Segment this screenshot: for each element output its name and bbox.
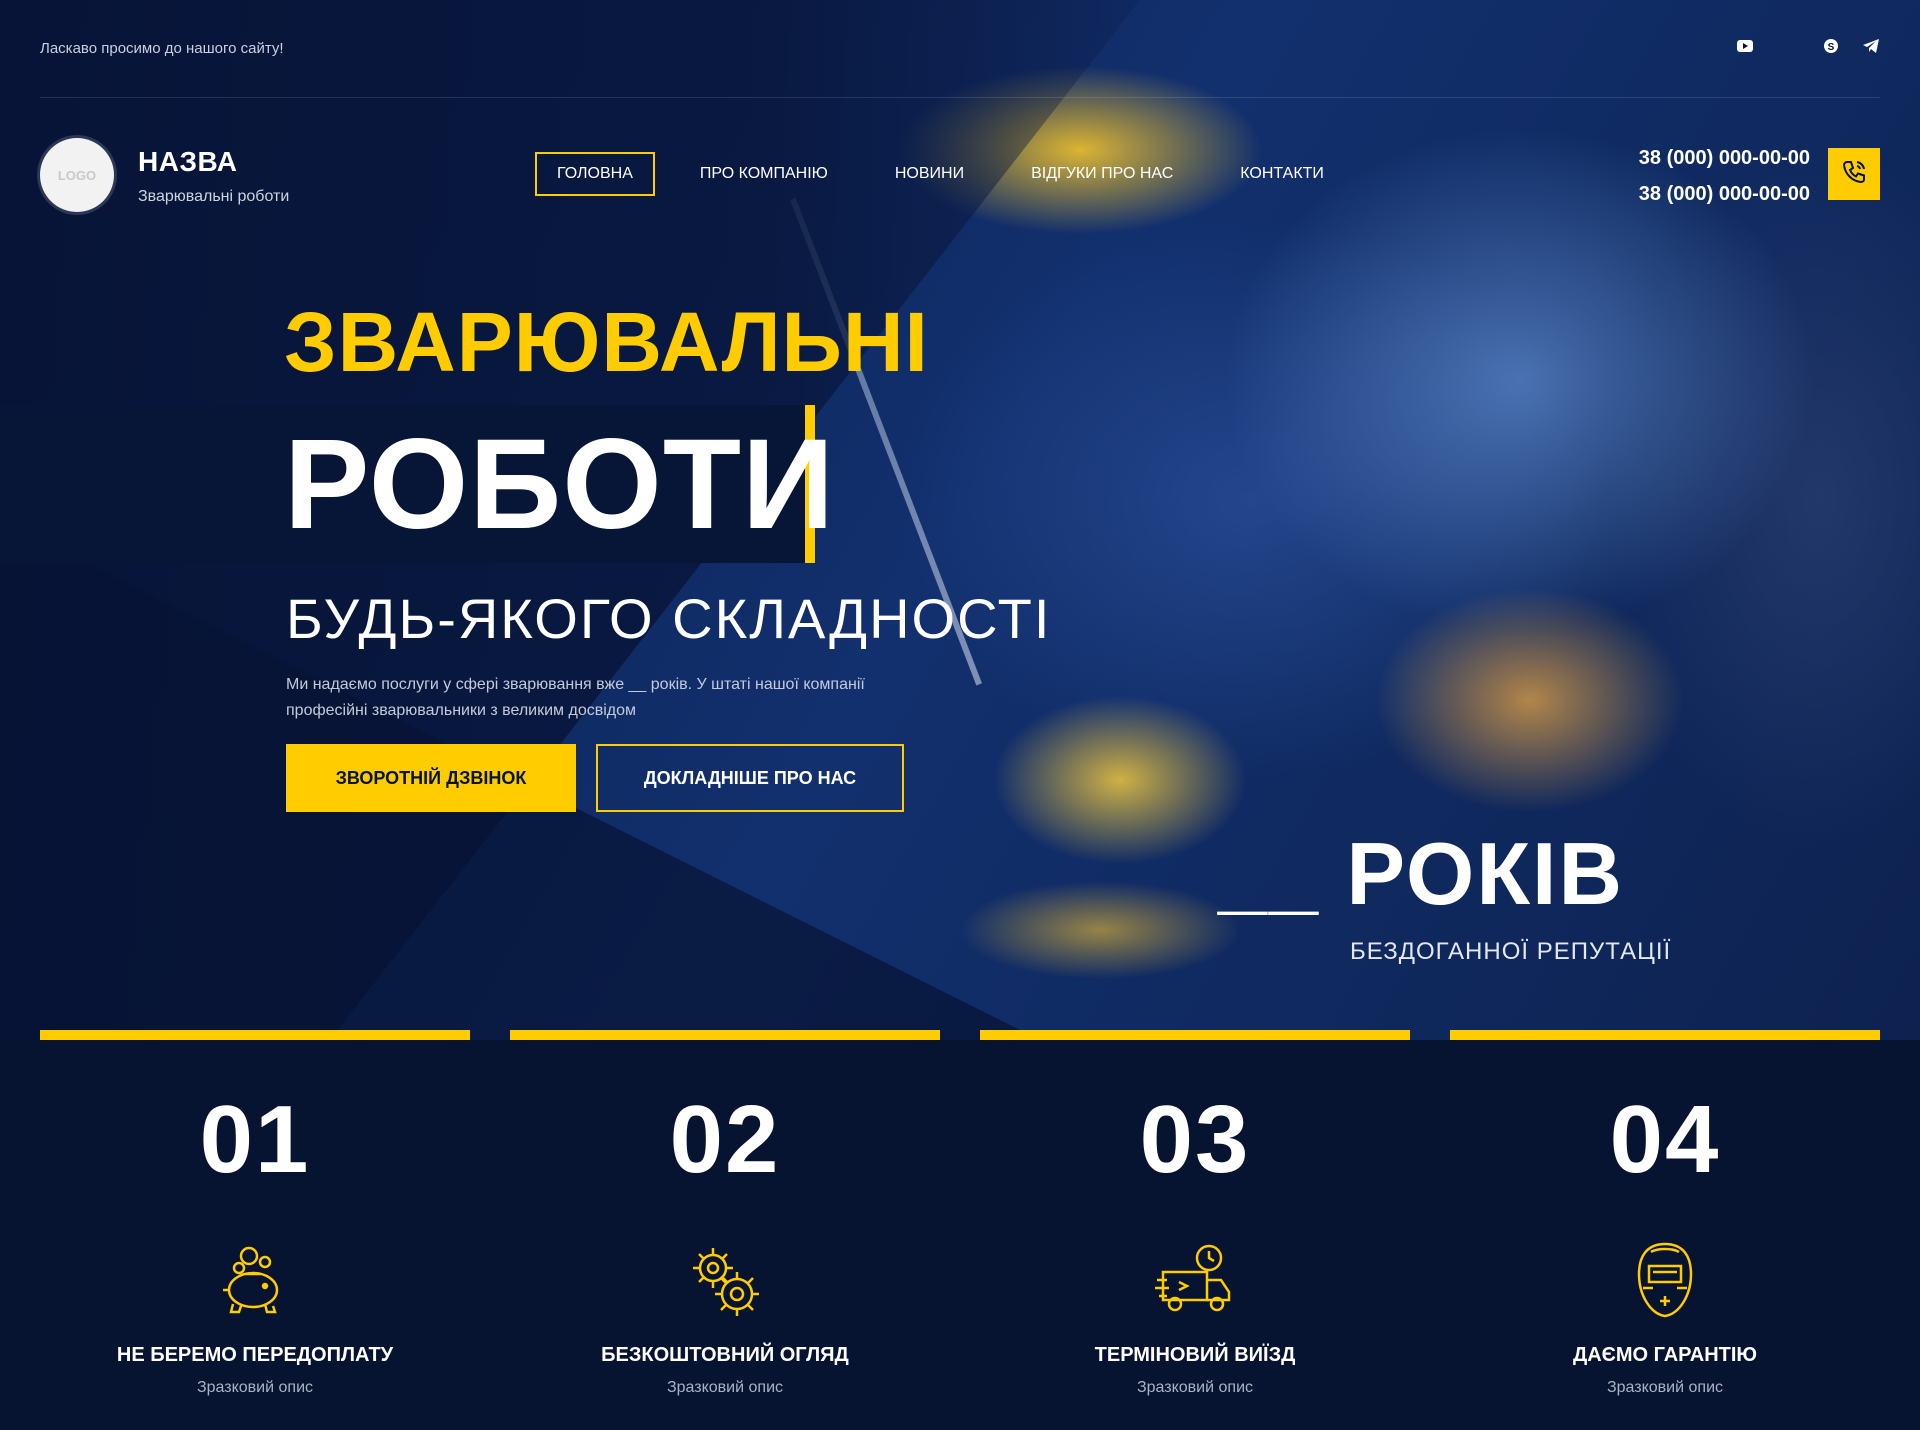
phone-number-2[interactable]: 38 (000) 000-00-00: [1639, 176, 1810, 212]
call-button[interactable]: [1828, 148, 1880, 200]
piggy-bank-icon: [213, 1238, 297, 1322]
hero-description: Ми надаємо послуги у сфері зварювання вж…: [286, 676, 865, 719]
feature-number: 03: [1139, 1086, 1251, 1193]
phone-number-1[interactable]: 38 (000) 000-00-00: [1639, 140, 1810, 176]
feature-accent-bar: [980, 1030, 1410, 1040]
feature-description: Зразковий опис: [1136, 1379, 1253, 1396]
nav-item-reviews[interactable]: ВІДГУКИ ПРО НАС: [1009, 152, 1195, 196]
telegram-icon[interactable]: [1862, 38, 1880, 54]
feature-description: Зразковий опис: [196, 1379, 313, 1396]
callback-button[interactable]: ЗВОРОТНІЙ ДЗВІНОК: [286, 744, 576, 812]
feature-number: 01: [199, 1086, 311, 1193]
hero-title-line1: ЗВАРЮВАЛЬНІ: [284, 295, 929, 389]
feature-card: 02 БЕЗКОШТОВНИЙ ОГЛЯД Зразковий опис: [510, 1030, 940, 1430]
phone-icon: [1841, 159, 1867, 190]
years-counter: __ РОКІВ: [1218, 824, 1625, 923]
nav-item-news[interactable]: НОВИНИ: [873, 152, 986, 196]
nav-item-about[interactable]: ПРО КОМПАНІЮ: [678, 152, 850, 196]
feature-number: 04: [1609, 1086, 1721, 1193]
feature-title: ТЕРМІНОВИЙ ВИЇЗД: [1094, 1344, 1296, 1366]
fast-truck-icon: [1153, 1238, 1237, 1322]
phone-numbers: 38 (000) 000-00-00 38 (000) 000-00-00: [1639, 140, 1810, 212]
feature-accent-bar: [510, 1030, 940, 1040]
more-about-button[interactable]: ДОКЛАДНІШЕ ПРО НАС: [596, 744, 904, 812]
feature-title: НЕ БЕРЕМО ПЕРЕДОПЛАТУ: [116, 1344, 394, 1366]
youtube-icon[interactable]: [1736, 38, 1754, 54]
feature-title: ДАЄМО ГАРАНТІЮ: [1572, 1344, 1758, 1366]
years-caption: БЕЗДОГАННОЇ РЕПУТАЦІЇ: [1350, 938, 1672, 965]
feature-description: Зразковий опис: [666, 1379, 783, 1396]
feature-card: 01 НЕ БЕРЕМО ПЕРЕДОПЛАТУ Зразковий опис: [40, 1030, 470, 1430]
welcome-text: Ласкаво просимо до нашого сайту!: [40, 40, 284, 57]
brand-name: НАЗВА: [138, 146, 238, 177]
feature-card: 04 ДАЄМО ГАРАНТІЮ Зразковий опис: [1450, 1030, 1880, 1430]
hero-title-line2: РОБОТИ: [284, 413, 835, 556]
logo-text: LOGO: [57, 167, 97, 183]
skype-icon[interactable]: S: [1822, 38, 1840, 54]
nav-item-contacts[interactable]: КОНТАКТИ: [1218, 152, 1346, 196]
brand-tagline: Зварювальні роботи: [138, 188, 290, 205]
features-section: 01 НЕ БЕРЕМО ПЕРЕДОПЛАТУ Зразковий опис …: [40, 1030, 1880, 1430]
feature-accent-bar: [1450, 1030, 1880, 1040]
feature-accent-bar: [40, 1030, 470, 1040]
feature-title: БЕЗКОШТОВНИЙ ОГЛЯД: [601, 1344, 849, 1366]
feature-card: 03 ТЕРМІНОВИЙ ВИЇЗД Зразковий опис: [980, 1030, 1410, 1430]
site-logo[interactable]: LOGO: [40, 138, 114, 212]
gears-icon: [683, 1238, 767, 1322]
welding-mask-icon: [1623, 1238, 1707, 1322]
feature-number: 02: [669, 1086, 781, 1193]
feature-description: Зразковий опис: [1606, 1379, 1723, 1396]
svg-text:S: S: [1828, 42, 1835, 53]
social-links: S: [1736, 38, 1880, 54]
main-nav: ГОЛОВНА ПРО КОМПАНІЮ НОВИНИ ВІДГУКИ ПРО …: [535, 152, 1349, 196]
nav-item-home[interactable]: ГОЛОВНА: [535, 152, 655, 196]
hero-subtitle: БУДЬ-ЯКОГО СКЛАДНОСТІ: [286, 587, 1052, 650]
top-bar: Ласкаво просимо до нашого сайту! S: [40, 0, 1880, 98]
